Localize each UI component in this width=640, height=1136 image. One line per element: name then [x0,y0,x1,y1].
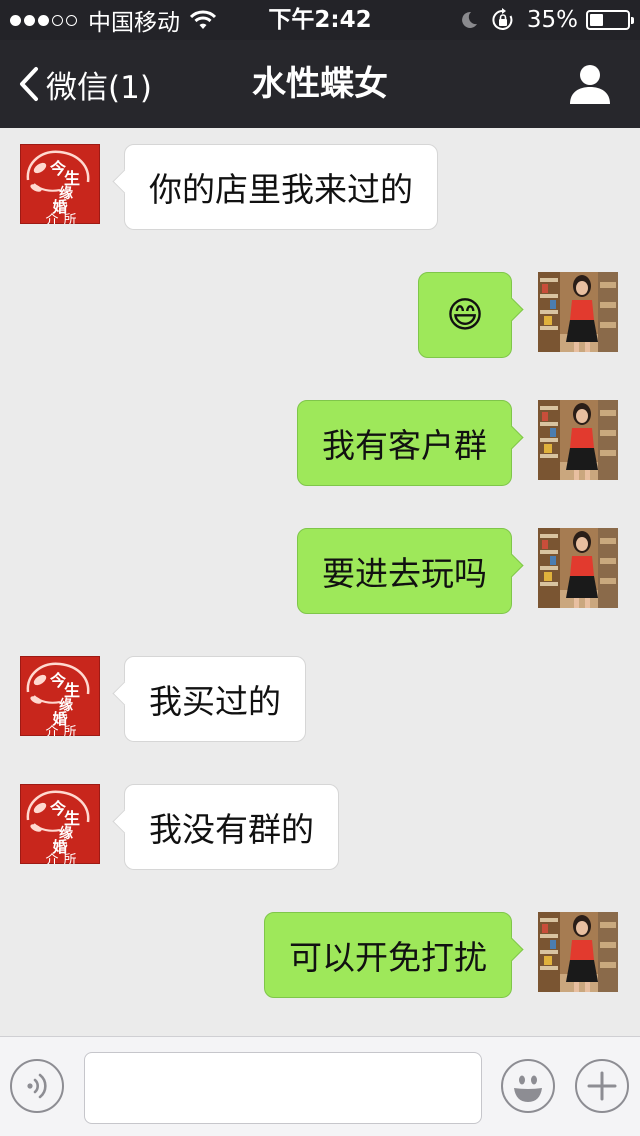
message-text: 我买过的 [149,682,281,721]
chat-input-bar [0,1036,640,1136]
message-text: 我没有群的 [149,810,314,849]
voice-input-button[interactable] [10,1059,64,1113]
message-text: 你的店里我来过的 [149,170,413,209]
navigation-bar: 微信(1) 水性蝶女 [0,40,640,128]
contact-avatar[interactable]: 今 生 缘 婚 介 所 [20,784,100,864]
outgoing-message-bubble[interactable]: 可以开免打扰 [264,912,512,998]
user-photo-image [538,272,618,352]
contact-avatar[interactable]: 今 生 缘 婚 介 所 [20,656,100,736]
plus-icon [587,1071,617,1101]
svg-text:介: 介 [45,213,58,224]
message-input[interactable] [84,1052,482,1124]
matchmaker-logo-image: 今 生 缘 婚 介 所 [20,656,100,736]
incoming-message-bubble[interactable]: 我买过的 [124,656,306,742]
contact-avatar[interactable]: 今 生 缘 婚 介 所 [20,144,100,224]
svg-text:所: 所 [63,213,76,224]
own-avatar[interactable] [538,400,618,480]
outgoing-message-bubble[interactable]: 😄 [418,272,512,358]
own-avatar[interactable] [538,912,618,992]
svg-text:介: 介 [45,725,58,736]
person-icon [570,65,610,104]
message-row: 😄 [0,256,640,358]
message-row: 我有客户群 [0,384,640,486]
chevron-left-icon [20,67,38,101]
battery-percent: 35% [526,7,578,33]
emoji-icon [514,1075,542,1102]
battery-icon [586,10,634,30]
message-text: 我有客户群 [322,426,487,465]
status-bar: 中国移动 下午2:42 35% [0,0,640,40]
contact-profile-button[interactable] [568,62,612,106]
message-text: 要进去玩吗 [322,554,487,593]
chat-message-list[interactable]: 今 生 缘 婚 介 所 你的店里我来过的 😄 我有客户群 要进去玩吗 今 生 缘… [0,128,640,1036]
chat-title: 水性蝶女 [252,64,388,104]
incoming-message-bubble[interactable]: 你的店里我来过的 [124,144,438,230]
message-row: 今 生 缘 婚 介 所 我没有群的 [0,768,640,870]
message-row: 要进去玩吗 [0,512,640,614]
grinning-face-emoji: 😄 [446,294,484,336]
message-row: 今 生 缘 婚 介 所 你的店里我来过的 [0,128,640,230]
do-not-disturb-moon-icon [461,11,477,28]
own-avatar[interactable] [538,272,618,352]
svg-text:所: 所 [63,853,76,864]
matchmaker-logo-image: 今 生 缘 婚 介 所 [20,144,100,224]
user-photo-image [538,528,618,608]
svg-text:介: 介 [45,853,58,864]
message-text: 可以开免打扰 [289,938,487,977]
own-avatar[interactable] [538,528,618,608]
outgoing-message-bubble[interactable]: 要进去玩吗 [297,528,512,614]
matchmaker-logo-image: 今 生 缘 婚 介 所 [20,784,100,864]
svg-text:所: 所 [63,725,76,736]
user-photo-image [538,400,618,480]
rotation-lock-icon [492,8,513,30]
voice-icon [27,1073,47,1099]
more-options-button[interactable] [575,1059,629,1113]
incoming-message-bubble[interactable]: 我没有群的 [124,784,339,870]
user-photo-image [538,912,618,992]
outgoing-message-bubble[interactable]: 我有客户群 [297,400,512,486]
emoji-button[interactable] [501,1059,555,1113]
message-row: 今 生 缘 婚 介 所 我买过的 [0,640,640,742]
message-row: 可以开免打扰 [0,896,640,998]
